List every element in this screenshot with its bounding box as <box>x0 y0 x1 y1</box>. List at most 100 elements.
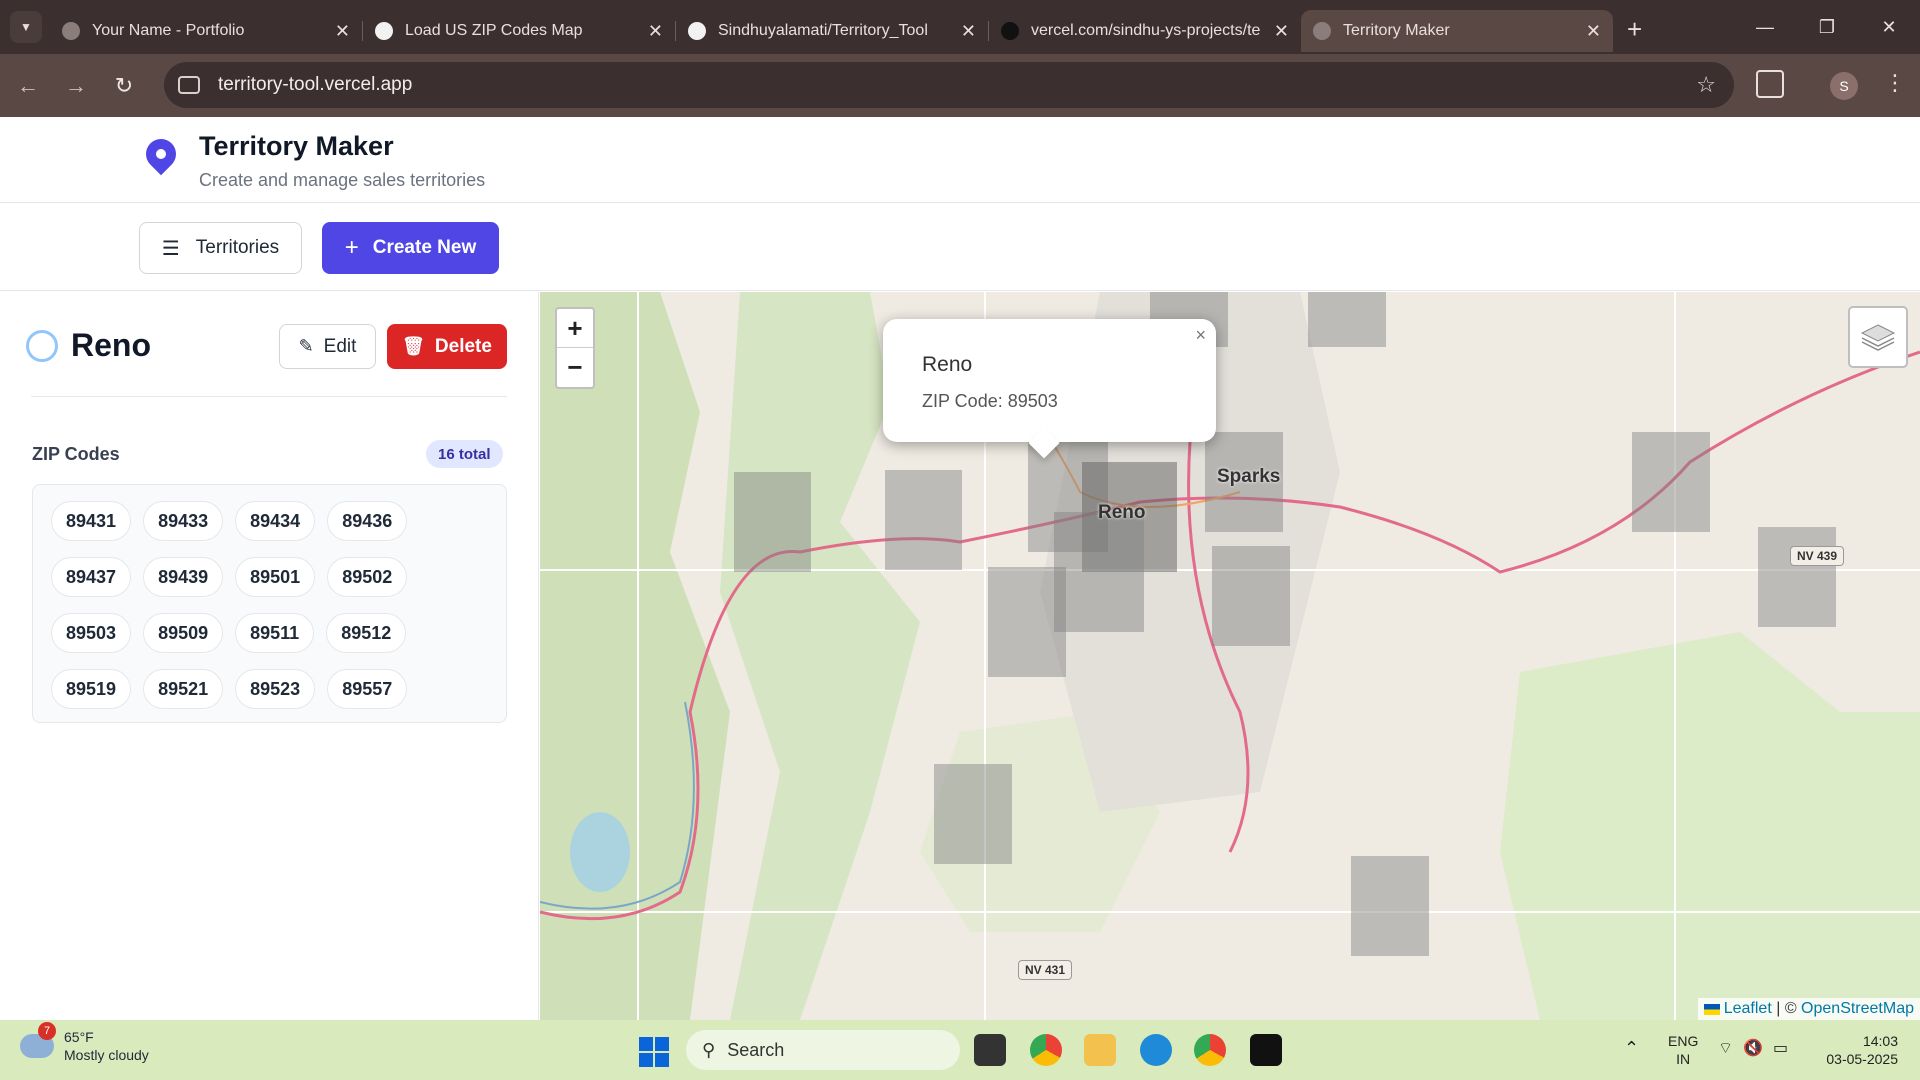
edit-button[interactable]: ✎ Edit <box>279 324 376 369</box>
zip-chip[interactable]: 89436 <box>327 501 408 541</box>
trash-icon: 🗑 <box>402 336 425 356</box>
zip-chip[interactable]: 89512 <box>326 613 407 653</box>
map-popup: × Reno ZIP Code: 89503 <box>883 319 1216 442</box>
close-window-icon[interactable]: ✕ <box>1858 0 1920 54</box>
attribution-separator: | © <box>1771 1000 1802 1017</box>
forward-icon[interactable]: → <box>56 66 96 106</box>
close-icon[interactable]: ✕ <box>648 21 663 42</box>
language-indicator[interactable]: ENG IN <box>1668 1032 1698 1068</box>
extensions-icon[interactable] <box>1756 70 1784 98</box>
layers-button[interactable] <box>1848 306 1908 368</box>
osm-link[interactable]: OpenStreetMap <box>1801 1000 1914 1018</box>
globe-icon <box>1313 22 1331 40</box>
browser-tab[interactable]: Sindhuyalamati/Territory_Tool ✕ <box>676 10 988 52</box>
browser-tab[interactable]: vercel.com/sindhu-ys-projects/te ✕ <box>989 10 1301 52</box>
zip-chip[interactable]: 89523 <box>235 669 316 709</box>
close-icon[interactable]: ✕ <box>335 21 350 42</box>
zoom-out-button[interactable]: − <box>557 348 593 387</box>
create-new-label: Create New <box>372 237 477 258</box>
openai-icon <box>375 22 393 40</box>
app-toolbar: ☰ Territories + Create New <box>0 203 1920 291</box>
restore-icon[interactable]: ❐ <box>1796 0 1858 54</box>
zip-chip[interactable]: 89437 <box>51 557 132 597</box>
tab-search-button[interactable]: ▼ <box>10 11 42 43</box>
vercel-icon <box>1001 22 1019 40</box>
zip-chip[interactable]: 89431 <box>51 501 132 541</box>
edit-label: Edit <box>323 335 357 357</box>
zip-chip[interactable]: 89509 <box>143 613 224 653</box>
minimize-icon[interactable]: — <box>1734 0 1796 54</box>
create-new-button[interactable]: + Create New <box>322 222 499 274</box>
territory-name: Reno <box>71 327 151 363</box>
region-code: IN <box>1676 1051 1691 1067</box>
delete-button[interactable]: 🗑 Delete <box>387 324 507 369</box>
close-icon[interactable]: ✕ <box>1274 21 1289 42</box>
close-icon[interactable]: ✕ <box>961 21 976 42</box>
tab-title: Your Name - Portfolio <box>92 22 245 39</box>
search-placeholder: Search <box>727 1039 785 1060</box>
edge-icon[interactable] <box>1140 1034 1172 1066</box>
file-explorer-icon[interactable] <box>1084 1034 1116 1066</box>
browser-tab-active[interactable]: Territory Maker ✕ <box>1301 10 1613 52</box>
close-icon[interactable]: ✕ <box>1586 21 1601 42</box>
edit-icon: ✎ <box>298 336 314 356</box>
map-view[interactable]: Sparks Reno NV 439 NV 431 + − × Reno ZIP… <box>540 292 1920 1020</box>
territories-button[interactable]: ☰ Territories <box>139 222 302 274</box>
more-menu-icon[interactable]: ⋮ <box>1884 70 1906 96</box>
capcut-icon[interactable] <box>1250 1034 1282 1066</box>
ukraine-flag-icon <box>1703 1003 1720 1015</box>
date: 03-05-2025 <box>1826 1051 1898 1067</box>
address-bar-row: ← → ↻ territory-tool.vercel.app ☆ <box>0 54 1920 117</box>
profile-avatar[interactable]: S <box>1830 72 1858 100</box>
weather-condition: Mostly cloudy <box>64 1047 149 1063</box>
temperature: 65°F <box>64 1029 94 1045</box>
weather-widget[interactable]: 7 65°F Mostly cloudy <box>20 1022 149 1064</box>
browser-tab[interactable]: Load US ZIP Codes Map ✕ <box>363 10 675 52</box>
zip-chip[interactable]: 89519 <box>51 669 132 709</box>
new-tab-icon[interactable]: + <box>1627 14 1642 45</box>
map-pin-icon <box>139 132 183 176</box>
zip-chip[interactable]: 89501 <box>235 557 316 597</box>
language-code: ENG <box>1668 1033 1699 1049</box>
windows-taskbar: 7 65°F Mostly cloudy ⚲ Search ⌃ ENG IN ⌔… <box>0 1020 1920 1080</box>
taskbar-search[interactable]: ⚲ Search <box>686 1030 960 1070</box>
zoom-in-button[interactable]: + <box>557 309 593 348</box>
zip-chip[interactable]: 89521 <box>143 669 224 709</box>
popup-close-button[interactable]: × <box>1195 325 1206 346</box>
chrome-profile-icon[interactable] <box>1194 1034 1226 1066</box>
browser-tab[interactable]: Your Name - Portfolio ✕ <box>50 10 362 52</box>
popup-zip-code: ZIP Code: 89503 <box>922 391 1058 411</box>
road-badge: NV 439 <box>1790 546 1845 566</box>
reload-icon[interactable]: ↻ <box>104 66 144 106</box>
map-label-sparks: Sparks <box>1217 466 1281 487</box>
clock[interactable]: 14:03 03-05-2025 <box>1818 1032 1898 1068</box>
zip-chip[interactable]: 89503 <box>51 613 132 653</box>
time: 14:03 <box>1862 1033 1898 1049</box>
leaflet-link[interactable]: Leaflet <box>1724 1000 1772 1018</box>
url-text[interactable]: territory-tool.vercel.app <box>218 74 412 96</box>
system-tray-icons[interactable]: ⌔🔇▭ <box>1718 1038 1798 1058</box>
back-icon[interactable]: ← <box>8 66 48 106</box>
task-view-icon[interactable] <box>974 1034 1006 1066</box>
zip-chip[interactable]: 89434 <box>235 501 316 541</box>
tab-title: Sindhuyalamati/Territory_Tool <box>718 22 928 39</box>
zip-chip[interactable]: 89439 <box>143 557 224 597</box>
zip-chip[interactable]: 89502 <box>327 557 408 597</box>
windows-start-icon[interactable] <box>639 1037 669 1067</box>
bookmark-star-icon[interactable]: ☆ <box>1696 72 1716 98</box>
window-controls: — ❐ ✕ <box>1734 0 1920 54</box>
site-info-icon[interactable] <box>178 76 200 94</box>
zip-codes-heading: ZIP Codes <box>32 444 120 464</box>
zip-chip[interactable]: 89433 <box>143 501 224 541</box>
zip-code-list: 89431 89433 89434 89436 89437 89439 8950… <box>32 484 507 723</box>
map-label-reno: Reno <box>1098 502 1146 523</box>
chevron-up-icon[interactable]: ⌃ <box>1624 1038 1639 1059</box>
cloud-icon: 7 <box>20 1022 56 1058</box>
zip-chip[interactable]: 89511 <box>235 613 315 653</box>
zip-chip[interactable]: 89557 <box>327 669 408 709</box>
territory-color-indicator <box>26 330 58 362</box>
omnibox[interactable]: territory-tool.vercel.app ☆ <box>164 62 1734 108</box>
chrome-icon[interactable] <box>1030 1034 1062 1066</box>
territories-label: Territories <box>195 237 280 258</box>
browser-tab-bar: ▼ Your Name - Portfolio ✕ Load US ZIP Co… <box>0 0 1920 54</box>
